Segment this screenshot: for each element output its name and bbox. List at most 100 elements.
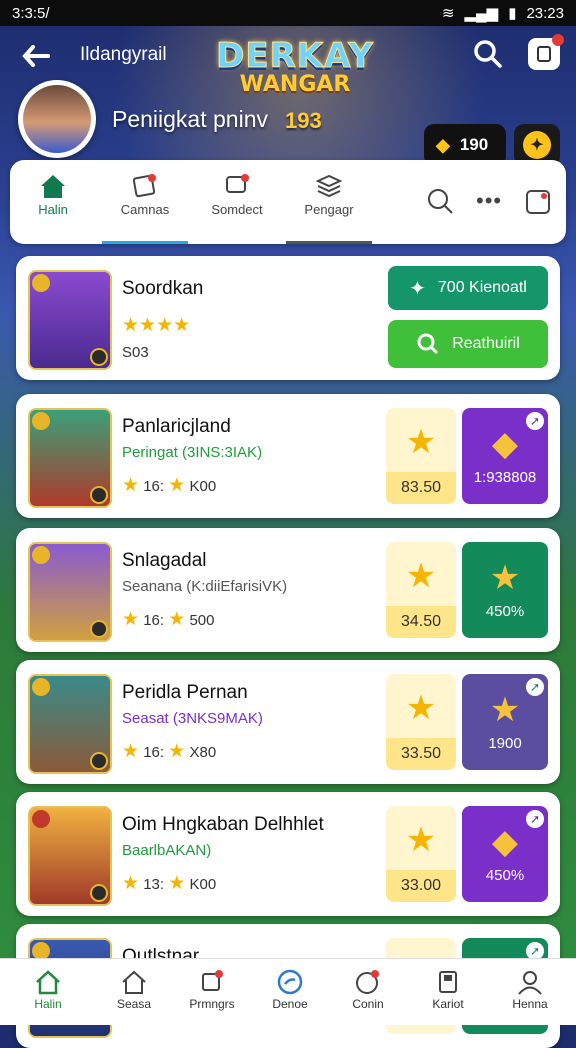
level-badge-icon bbox=[90, 348, 108, 366]
reward-value: 1:938808 bbox=[473, 469, 537, 486]
rank-badge-icon bbox=[32, 546, 50, 564]
star-icon: ★ bbox=[122, 609, 140, 630]
person-icon bbox=[518, 971, 542, 995]
featured-card[interactable]: Soordkan ★★★★ S03 ✦ 700 Kienoatl Reathui… bbox=[16, 256, 560, 380]
tab-bar: Halin Camnas Somdect Pengagr ••• bbox=[10, 160, 566, 244]
nav-denoe[interactable]: Denoe bbox=[254, 967, 326, 1011]
nav-prmngrs[interactable]: Prmngrs bbox=[176, 967, 248, 1011]
reward-tile[interactable]: ➚ ◆ 450% bbox=[462, 806, 548, 902]
tile-value: 33.00 bbox=[386, 870, 456, 902]
compass-icon bbox=[277, 969, 303, 995]
player-avatar[interactable] bbox=[18, 80, 96, 158]
stat-value: 500 bbox=[189, 612, 215, 629]
rank-badge-icon bbox=[32, 810, 50, 828]
tab-pengagr[interactable]: Pengagr bbox=[286, 170, 372, 244]
nav-seasa[interactable]: Seasa bbox=[98, 967, 170, 1011]
featured-primary-button[interactable]: ✦ 700 Kienoatl bbox=[388, 266, 548, 310]
star-icon: ★ bbox=[168, 475, 186, 496]
tab-camnas[interactable]: Camnas bbox=[102, 170, 188, 244]
stat-value: K00 bbox=[189, 876, 217, 893]
share-icon[interactable] bbox=[524, 186, 554, 216]
nav-label: Prmngrs bbox=[189, 997, 235, 1011]
star-tile[interactable]: ★ 33.00 bbox=[386, 806, 456, 902]
featured-secondary-button[interactable]: Reathuiril bbox=[388, 320, 548, 368]
tab-label: Camnas bbox=[120, 202, 170, 217]
search-icon[interactable] bbox=[426, 187, 454, 215]
stat-value: K00 bbox=[189, 478, 217, 495]
logo-line1: DERKAY bbox=[216, 36, 374, 77]
tile-value: 33.50 bbox=[386, 738, 456, 770]
star-icon: ★ bbox=[122, 873, 140, 894]
nav-label: Kariot bbox=[432, 997, 464, 1011]
rank-badge-icon bbox=[32, 412, 50, 430]
character-subtitle: BaarlbAKAN) bbox=[122, 842, 212, 859]
star-icon: ★ bbox=[122, 315, 140, 336]
featured-secondary-label: Reathuiril bbox=[452, 335, 520, 352]
search-button[interactable] bbox=[472, 38, 508, 74]
nav-kariot[interactable]: Kariot bbox=[412, 967, 484, 1011]
status-time-right: 23:23 bbox=[526, 4, 564, 22]
reward-tile[interactable]: ★ 450% bbox=[462, 542, 548, 638]
character-portrait bbox=[28, 806, 112, 906]
reward-tile[interactable]: ➚ ◆ 1:938808 bbox=[462, 408, 548, 504]
character-card[interactable]: Snlagadal Seanana (K:diiEfarisiVK) ★ 16:… bbox=[16, 528, 560, 652]
rank-badge-icon bbox=[32, 274, 50, 292]
gift-icon: ◆ bbox=[491, 823, 519, 861]
star-icon: ★ bbox=[168, 741, 186, 762]
nav-label: Henna bbox=[512, 997, 548, 1011]
nav-henna[interactable]: Henna bbox=[494, 967, 566, 1011]
tab-underline bbox=[286, 241, 372, 244]
level-badge-icon bbox=[90, 752, 108, 770]
back-button[interactable] bbox=[16, 38, 56, 74]
coin-icon: ◆ bbox=[436, 134, 450, 155]
featured-primary-label: 700 Kienoatl bbox=[437, 279, 527, 296]
star-icon: ★ bbox=[122, 475, 140, 496]
chat-icon bbox=[356, 970, 379, 994]
character-card[interactable]: Panlaricjland Peringat (3INS:3IAK) ★ 16:… bbox=[16, 394, 560, 518]
stat-value: 16: bbox=[143, 478, 165, 495]
reward-value: 1900 bbox=[488, 735, 522, 752]
cards-icon bbox=[202, 970, 223, 991]
stat-value: X80 bbox=[189, 744, 217, 761]
status-time-left: 3:3:5/ bbox=[12, 4, 50, 22]
search-icon bbox=[417, 333, 439, 355]
reward-value: 450% bbox=[485, 867, 525, 884]
home-icon bbox=[41, 175, 65, 198]
reward-tile[interactable]: ➚ ★ 1900 bbox=[462, 674, 548, 770]
character-card[interactable]: Oim Hngkaban Delhhlet BaarlbAKAN) ★ 13: … bbox=[16, 792, 560, 916]
tab-somdect[interactable]: Somdect bbox=[194, 170, 280, 234]
tab-halin[interactable]: Halin bbox=[10, 170, 96, 234]
star-tile[interactable]: ★ 83.50 bbox=[386, 408, 456, 504]
featured-score: S03 bbox=[122, 344, 149, 361]
star-icon: ★ bbox=[168, 873, 186, 894]
nav-halin[interactable]: Halin bbox=[12, 967, 84, 1011]
character-card[interactable]: Peridla Pernan Seasat (3NKS9MAK) ★ 16: ★… bbox=[16, 660, 560, 784]
level-badge-icon bbox=[90, 884, 108, 902]
star-tile[interactable]: ★ 34.50 bbox=[386, 542, 456, 638]
character-name: Panlaricjland bbox=[122, 416, 231, 437]
star-icon: ★ bbox=[405, 821, 437, 859]
gem-icon: ✦ bbox=[523, 131, 551, 159]
home-icon bbox=[36, 970, 60, 995]
character-subtitle: Seasat (3NKS9MAK) bbox=[122, 710, 263, 727]
more-icon[interactable]: ••• bbox=[476, 188, 502, 214]
sparkle-icon: ✦ bbox=[409, 277, 426, 300]
star-icon: ★ bbox=[139, 315, 157, 336]
tile-value: 83.50 bbox=[386, 472, 456, 504]
player-name: Peniigkat pninv bbox=[112, 106, 268, 132]
tab-label: Somdect bbox=[211, 202, 263, 217]
level-badge-icon bbox=[90, 620, 108, 638]
character-stats: ★ 16: ★ 500 bbox=[122, 608, 215, 631]
star-tile[interactable]: ★ 33.50 bbox=[386, 674, 456, 770]
nav-conin[interactable]: Conin bbox=[332, 967, 404, 1011]
star-icon: ★ bbox=[168, 609, 186, 630]
book-icon bbox=[439, 971, 457, 993]
star-icon: ★ bbox=[489, 559, 521, 597]
star-icon: ★ bbox=[405, 423, 437, 461]
tile-value: 34.50 bbox=[386, 606, 456, 638]
character-name: Snlagadal bbox=[122, 550, 207, 571]
player-level: 193 bbox=[285, 108, 322, 133]
notification-button[interactable] bbox=[528, 34, 564, 70]
tab-label: Halin bbox=[38, 202, 68, 217]
reward-value: 450% bbox=[485, 603, 525, 620]
